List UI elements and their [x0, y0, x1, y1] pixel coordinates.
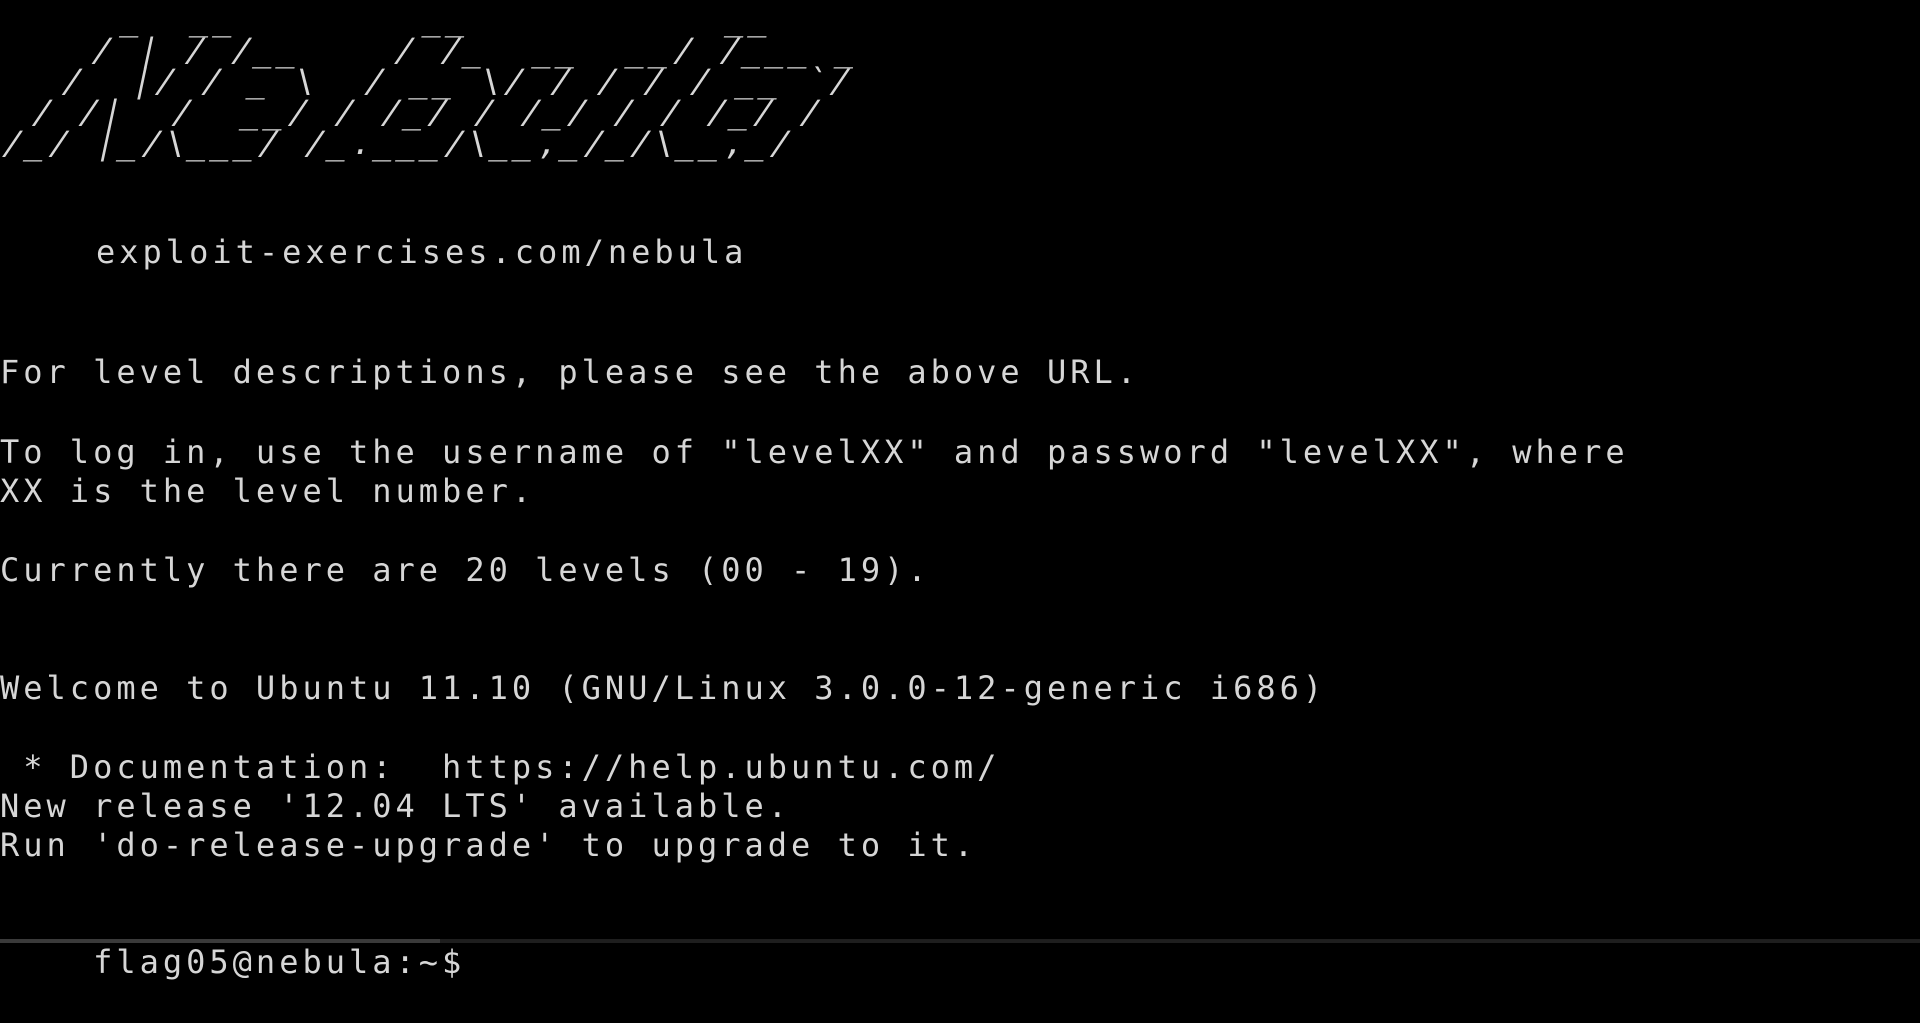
login-instructions-text: To log in, use the username of "levelXX"… [0, 433, 1629, 471]
shell-prompt: flag05@nebula:~$ [93, 943, 489, 981]
nebula-ascii-logo: _ __ __ __ / | / /__ / /_ __ __/ /___ _ … [0, 0, 865, 162]
bottom-status-bar-accent [0, 939, 440, 943]
upgrade-hint-text: Run 'do-release-upgrade' to upgrade to i… [0, 826, 978, 864]
level-count-text: Currently there are 20 levels (00 - 19). [0, 551, 931, 589]
shell-prompt-line[interactable]: flag05@nebula:~$ [0, 902, 508, 981]
release-notice-text: New release '12.04 LTS' available. [0, 787, 792, 825]
terminal-screen[interactable]: _ __ __ __ / | / /__ / /_ __ __/ /___ _ … [0, 0, 1920, 981]
text-cursor [489, 979, 508, 983]
login-instructions-text-continued: XX is the level number. [0, 472, 536, 510]
bottom-status-bar [0, 939, 1920, 943]
welcome-text: Welcome to Ubuntu 11.10 (GNU/Linux 3.0.0… [0, 669, 1327, 707]
level-description-text: For level descriptions, please see the a… [0, 353, 1141, 391]
documentation-link-text: * Documentation: https://help.ubuntu.com… [0, 748, 1001, 786]
banner-url: exploit-exercises.com/nebula [96, 233, 748, 271]
